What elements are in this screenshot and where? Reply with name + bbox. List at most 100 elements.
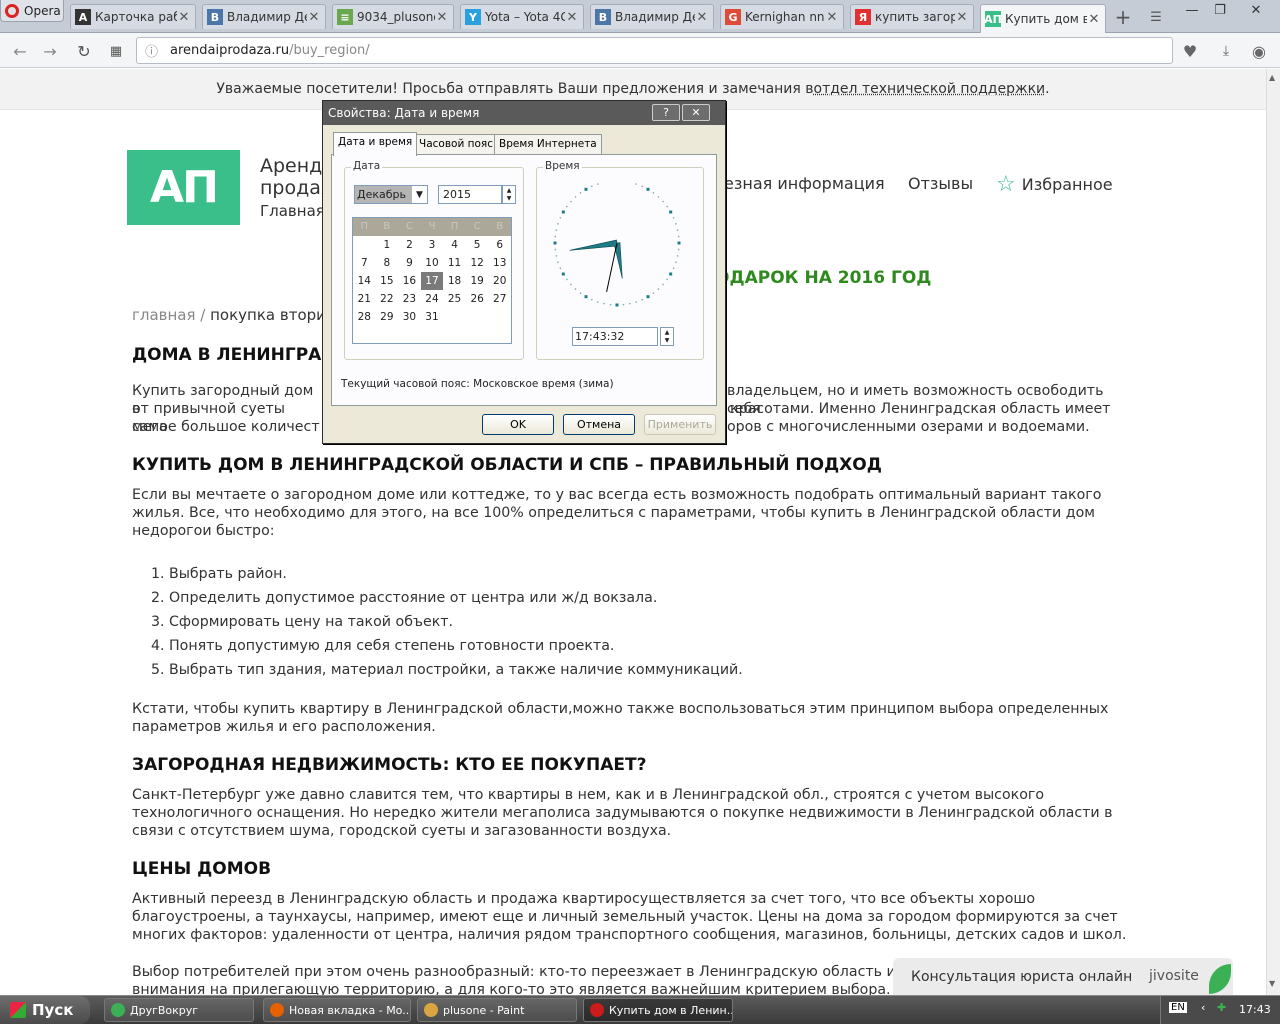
calendar-day[interactable]: 3: [421, 236, 444, 254]
calendar-day[interactable]: 19: [466, 272, 489, 290]
close-window-button[interactable]: ✕: [1236, 0, 1276, 20]
forward-button[interactable]: →: [40, 41, 60, 61]
month-select[interactable]: Декабрь ▼: [354, 185, 428, 204]
promo-banner[interactable]: ОДАРОК НА 2016 ГОД: [715, 268, 931, 288]
calendar-day[interactable]: 14: [353, 272, 376, 290]
browser-tab[interactable]: GKernighan nn –✕: [720, 4, 844, 29]
calendar-day[interactable]: 7: [353, 254, 376, 272]
tab-menu-icon[interactable]: ☰: [1142, 7, 1170, 27]
calendar-day[interactable]: 16: [398, 272, 421, 290]
scroll-down-icon[interactable]: ▼: [1269, 979, 1275, 988]
taskbar-button[interactable]: Купить дом в Ленин...: [583, 998, 733, 1022]
spin-down-icon[interactable]: ▼: [507, 195, 512, 202]
calendar-day[interactable]: 24: [421, 290, 444, 308]
calendar-day[interactable]: 20: [488, 272, 511, 290]
calendar-day[interactable]: 15: [376, 272, 399, 290]
taskbar-button[interactable]: plusone - Paint: [417, 998, 577, 1022]
tab-close-icon[interactable]: ✕: [825, 10, 839, 25]
nav-reviews[interactable]: Отзывы: [908, 174, 973, 193]
taskbar-button[interactable]: ДругВокруг: [104, 998, 254, 1022]
calendar-day[interactable]: 18: [443, 272, 466, 290]
spin-up-icon[interactable]: ▲: [665, 329, 670, 336]
tab-close-icon[interactable]: ✕: [565, 10, 579, 25]
maximize-window-button[interactable]: ❐: [1206, 0, 1234, 20]
help-button[interactable]: ?: [652, 104, 680, 121]
downloads-icon[interactable]: ⤓: [1216, 41, 1236, 61]
address-bar[interactable]: ⓘ arendaiprodaza.ru/buy_region/: [136, 37, 1173, 64]
tab-close-icon[interactable]: ✕: [955, 10, 969, 25]
apply-button[interactable]: Применить: [644, 414, 716, 435]
tab-close-icon[interactable]: ✕: [307, 10, 321, 25]
speed-dial-icon[interactable]: ▦: [106, 41, 126, 61]
calendar-day[interactable]: 17: [420, 272, 444, 290]
time-spinner[interactable]: ▲ ▼: [660, 327, 674, 346]
calendar-day[interactable]: 25: [443, 290, 466, 308]
nav-home-link[interactable]: Главная: [260, 202, 325, 220]
calendar-day[interactable]: 11: [443, 254, 466, 272]
tab-close-icon[interactable]: ✕: [177, 10, 191, 25]
year-spinner[interactable]: ▲ ▼: [502, 185, 516, 204]
spin-up-icon[interactable]: ▲: [507, 187, 512, 194]
calendar-day[interactable]: 10: [421, 254, 444, 272]
scroll-up-icon[interactable]: ▲: [1269, 73, 1275, 82]
calendar-day[interactable]: 31: [421, 308, 444, 326]
cancel-button[interactable]: Отмена: [563, 414, 635, 435]
nav-useful-info[interactable]: езная информация: [724, 174, 885, 193]
back-button[interactable]: ←: [10, 41, 30, 61]
tab-internet-time[interactable]: Время Интернета: [494, 134, 602, 155]
site-logo[interactable]: АП: [127, 150, 240, 225]
calendar-day[interactable]: 9: [398, 254, 421, 272]
tab-close-icon[interactable]: ✕: [1087, 12, 1101, 27]
opera-menu-button[interactable]: Opera: [0, 0, 64, 22]
calendar-day[interactable]: 12: [466, 254, 489, 272]
dialog-close-button[interactable]: ✕: [682, 104, 710, 121]
breadcrumb-home[interactable]: главная: [132, 306, 196, 324]
tab-close-icon[interactable]: ✕: [435, 10, 449, 25]
calendar-day[interactable]: 27: [488, 290, 511, 308]
browser-tab[interactable]: BВладимир Дем✕: [590, 4, 714, 29]
browser-tab[interactable]: Y Yota – Yota 4G ✕: [460, 4, 584, 29]
year-field[interactable]: 2015: [438, 185, 502, 204]
calendar-day[interactable]: 30: [398, 308, 421, 326]
minimize-window-button[interactable]: —: [1178, 0, 1206, 20]
tray-arrow-icon[interactable]: ‹: [1201, 1001, 1205, 1014]
calendar-day[interactable]: 26: [466, 290, 489, 308]
nav-favorites[interactable]: ☆ Избранное: [996, 172, 1113, 197]
calendar-day[interactable]: 5: [466, 236, 489, 254]
calendar-day[interactable]: 29: [376, 308, 399, 326]
time-field[interactable]: 17:43:32: [572, 327, 658, 346]
calendar-day[interactable]: 13: [488, 254, 511, 272]
new-tab-button[interactable]: +: [1109, 5, 1137, 29]
language-indicator[interactable]: EN: [1169, 1002, 1187, 1013]
support-link[interactable]: отдел технической поддержки: [814, 81, 1046, 97]
calendar-day[interactable]: 6: [488, 236, 511, 254]
page-scrollbar[interactable]: ▲ ▼: [1266, 69, 1280, 995]
calendar-day[interactable]: 22: [376, 290, 399, 308]
calendar-day[interactable]: 1: [376, 236, 399, 254]
calendar-day[interactable]: 8: [376, 254, 399, 272]
calendar-day[interactable]: 21: [353, 290, 376, 308]
calendar-day[interactable]: 28: [353, 308, 376, 326]
tab-close-icon[interactable]: ✕: [695, 10, 709, 25]
start-button[interactable]: Пуск: [0, 996, 90, 1024]
site-info-icon[interactable]: ⓘ: [145, 41, 158, 60]
spin-down-icon[interactable]: ▼: [665, 337, 670, 344]
calendar-day[interactable]: 23: [398, 290, 421, 308]
tray-app-icon[interactable]: ✚: [1217, 1001, 1226, 1014]
tray-clock[interactable]: 17:43: [1239, 1003, 1271, 1016]
browser-tab[interactable]: AКарточка рабо✕: [70, 4, 196, 29]
browser-tab[interactable]: Якупить загоро✕: [850, 4, 974, 29]
browser-tab[interactable]: АПКупить дом в Л✕: [980, 4, 1106, 33]
calendar-day[interactable]: 2: [398, 236, 421, 254]
tab-date-time[interactable]: Дата и время: [333, 132, 418, 156]
jivosite-chat-widget[interactable]: Консультация юриста онлайн jivosite: [893, 958, 1233, 995]
browser-tab[interactable]: ≡9034_plusone -✕: [332, 4, 454, 29]
browser-tab[interactable]: BВладимир Дем✕: [202, 4, 326, 29]
taskbar-button[interactable]: Новая вкладка - Mo...: [263, 998, 411, 1022]
tab-timezone[interactable]: Часовой пояс: [414, 134, 498, 155]
account-icon[interactable]: ◉: [1249, 41, 1269, 61]
reload-button[interactable]: ↻: [74, 41, 94, 61]
bookmark-heart-icon[interactable]: ♥: [1180, 41, 1200, 61]
calendar-day[interactable]: 4: [443, 236, 466, 254]
ok-button[interactable]: OK: [482, 414, 554, 435]
